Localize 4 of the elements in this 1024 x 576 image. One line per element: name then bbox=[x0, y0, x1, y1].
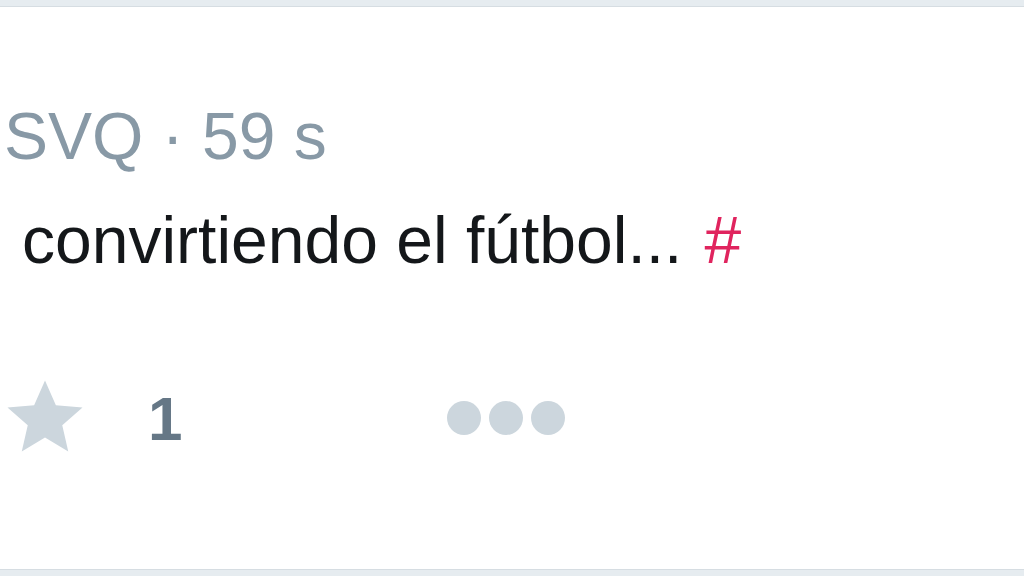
tweet-text: convirtiendo el fútbol... bbox=[22, 207, 683, 273]
hashtag-link[interactable]: # bbox=[704, 207, 742, 273]
favorite-button[interactable]: 1 bbox=[0, 373, 183, 463]
more-button[interactable] bbox=[447, 401, 566, 435]
